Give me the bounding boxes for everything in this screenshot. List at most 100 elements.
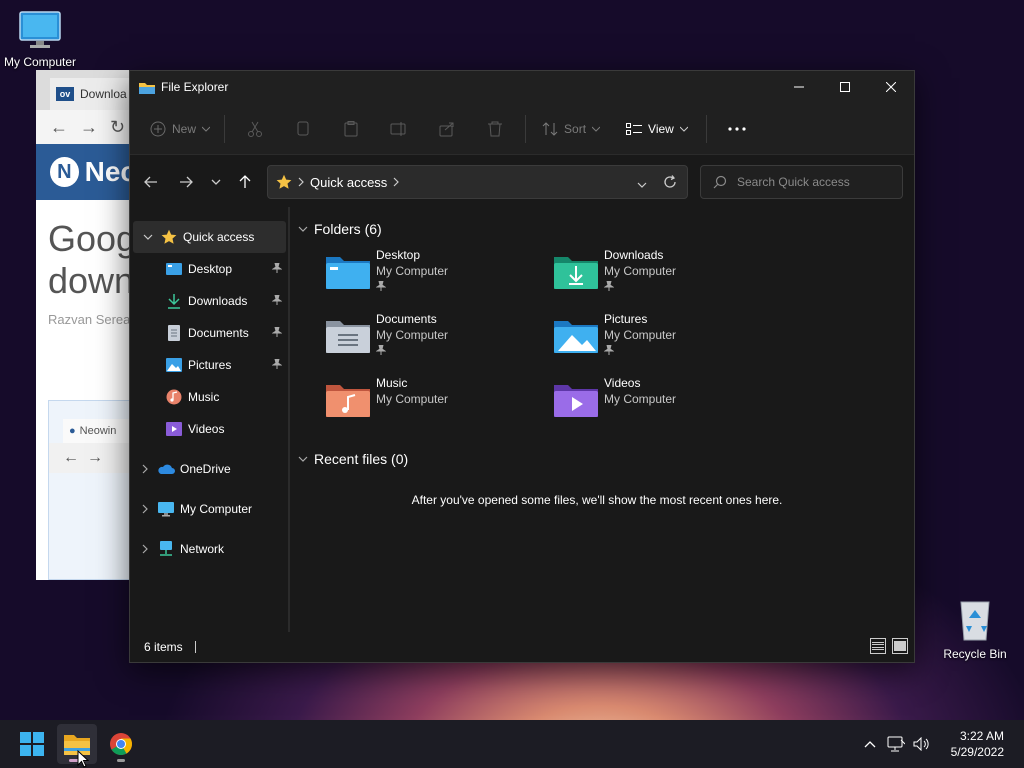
folder-location: My Computer: [604, 392, 677, 406]
nav-label: Pictures: [188, 358, 232, 372]
network-status-button[interactable]: [883, 736, 909, 752]
desktop-icon-my-computer[interactable]: My Computer: [0, 10, 80, 69]
explorer-body: Quick access Desktop Downloads Documents…: [130, 207, 914, 632]
search-box[interactable]: [700, 165, 903, 199]
chevron-right-icon[interactable]: [134, 504, 156, 514]
address-history-button[interactable]: [637, 177, 647, 191]
folder-location: My Computer: [376, 264, 449, 278]
forward-arrow-icon: [180, 176, 193, 188]
chevron-down-icon: [679, 126, 688, 132]
sort-button[interactable]: Sort: [542, 121, 601, 136]
chevron-up-icon: [864, 741, 876, 748]
music-icon: [164, 389, 184, 405]
close-button[interactable]: [868, 71, 914, 103]
browser-tab[interactable]: ov Downloa: [50, 78, 136, 110]
maximize-button[interactable]: [822, 71, 868, 103]
pin-icon[interactable]: [271, 326, 283, 340]
folder-desktop[interactable]: Desktop My Computer: [326, 247, 554, 311]
title-bar[interactable]: File Explorer: [130, 71, 914, 103]
more-options-button[interactable]: [713, 113, 761, 145]
show-hidden-icons-button[interactable]: [857, 740, 883, 748]
item-count: 6 items: [144, 640, 183, 654]
browser-tab-bar: ov Downloa: [36, 70, 136, 110]
folder-videos[interactable]: Videos My Computer: [554, 375, 782, 439]
breadcrumb-quick-access[interactable]: Quick access: [310, 175, 387, 190]
desktop-folder-icon: [164, 261, 184, 277]
screenshot-tab: ● Neowin: [63, 419, 136, 443]
pin-icon[interactable]: [271, 358, 283, 372]
nav-item-documents[interactable]: Documents: [130, 317, 288, 349]
recent-locations-button[interactable]: [207, 173, 225, 191]
nav-item-pictures[interactable]: Pictures: [130, 349, 288, 381]
recent-empty-message: After you've opened some files, we'll sh…: [411, 493, 783, 507]
running-indicator: [117, 759, 125, 762]
chevron-down-icon: [637, 182, 647, 188]
minimize-button[interactable]: [776, 71, 822, 103]
tiles-view-button[interactable]: [892, 638, 908, 654]
volume-button[interactable]: [909, 737, 935, 751]
cut-button[interactable]: [231, 113, 279, 145]
nav-label: Quick access: [183, 230, 255, 244]
share-button[interactable]: [423, 113, 471, 145]
reload-icon[interactable]: ↻: [110, 117, 125, 138]
rename-button[interactable]: [375, 113, 423, 145]
chevron-right-icon[interactable]: [134, 464, 156, 474]
nav-item-quick-access[interactable]: Quick access: [133, 221, 286, 253]
view-label: View: [648, 121, 674, 136]
recycle-bin-icon: [960, 601, 990, 641]
back-arrow-icon[interactable]: ←: [50, 117, 68, 138]
nav-item-desktop[interactable]: Desktop: [130, 253, 288, 285]
refresh-button[interactable]: [663, 175, 677, 192]
nav-item-music[interactable]: Music: [130, 381, 288, 413]
clock[interactable]: 3:22 AM 5/29/2022: [951, 728, 1004, 760]
chevron-down-icon: [211, 179, 221, 185]
nav-item-downloads[interactable]: Downloads: [130, 285, 288, 317]
back-button[interactable]: [142, 173, 160, 191]
nav-item-my-computer[interactable]: My Computer: [130, 493, 288, 525]
pin-icon: [375, 344, 387, 355]
nav-item-onedrive[interactable]: OneDrive: [130, 453, 288, 485]
desktop-icon-label: Recycle Bin: [943, 647, 1007, 661]
browser-nav-bar: ← → ↻: [36, 110, 136, 144]
article-screenshot: ● Neowin ← →: [48, 400, 136, 580]
folder-music[interactable]: Music My Computer: [326, 375, 554, 439]
new-plus-icon: [150, 121, 166, 136]
chevron-down-icon[interactable]: [137, 234, 159, 240]
new-button[interactable]: New: [150, 121, 211, 137]
pin-icon[interactable]: [271, 262, 283, 276]
start-button[interactable]: [12, 724, 52, 764]
window-title: File Explorer: [161, 80, 229, 94]
recent-files-group-header[interactable]: Recent files (0): [298, 447, 906, 471]
background-browser-window[interactable]: ov Downloa ← → ↻ N Nec Goog down Razvan …: [36, 70, 136, 580]
toolbar-separator: [224, 114, 226, 143]
chevron-right-icon[interactable]: [134, 544, 156, 554]
nav-item-videos[interactable]: Videos: [130, 413, 288, 445]
neowin-logo-icon: N: [50, 157, 79, 187]
sort-label: Sort: [564, 121, 587, 136]
address-bar[interactable]: Quick access: [267, 165, 688, 199]
folders-group-header[interactable]: Folders (6): [298, 217, 906, 241]
details-view-button[interactable]: [870, 638, 886, 654]
desktop-icon-recycle-bin[interactable]: Recycle Bin: [935, 598, 1015, 661]
paste-button[interactable]: [327, 113, 375, 145]
chevron-right-icon[interactable]: [393, 177, 400, 187]
folder-downloads[interactable]: Downloads My Computer: [554, 247, 782, 311]
pictures-folder-icon: [554, 321, 598, 353]
taskbar-chrome[interactable]: [101, 724, 141, 764]
folder-pictures[interactable]: Pictures My Computer: [554, 311, 782, 375]
nav-label: OneDrive: [180, 462, 231, 476]
nav-item-network[interactable]: Network: [130, 533, 288, 565]
forward-arrow-icon[interactable]: →: [80, 117, 98, 138]
search-input[interactable]: [737, 175, 887, 189]
folder-documents[interactable]: Documents My Computer: [326, 311, 554, 375]
copy-icon: [297, 121, 309, 135]
forward-button[interactable]: [177, 173, 195, 191]
file-explorer-window[interactable]: File Explorer New Sort View Quick access…: [129, 70, 915, 663]
rename-icon: [390, 121, 406, 136]
up-button[interactable]: [236, 173, 254, 191]
pin-icon[interactable]: [271, 294, 283, 308]
copy-button[interactable]: [279, 113, 327, 145]
window-controls: [776, 71, 914, 103]
view-button[interactable]: View: [626, 122, 688, 136]
delete-button[interactable]: [471, 113, 519, 145]
